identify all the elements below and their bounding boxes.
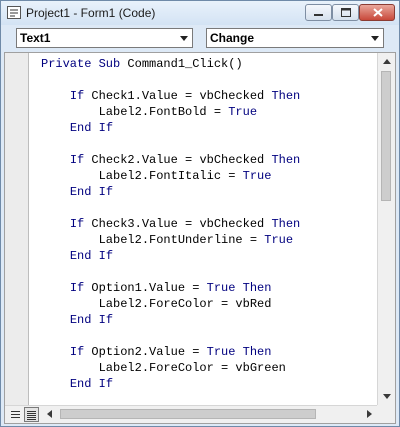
code-text: Check1.Value = vbChecked [84,89,272,103]
scroll-right-button[interactable] [361,406,377,423]
code-keyword: If [69,89,85,103]
minimize-button[interactable] [305,4,332,21]
code-keyword: End If [69,185,114,199]
editor-bottom-bar [5,405,395,423]
margin-indicator-bar[interactable] [5,53,29,405]
code-text-area[interactable]: Private Sub Command1_Click() If Check1.V… [41,56,377,404]
procedure-dropdown-value: Change [210,31,255,45]
scroll-left-button[interactable] [43,406,59,423]
code-keyword: If [69,217,85,231]
maximize-button[interactable] [332,4,359,21]
code-keyword: Then [271,153,301,167]
code-line: Private Sub Command1_Click() [41,56,377,72]
code-line: Label2.FontBold = True [41,104,377,120]
vertical-scrollbar[interactable] [377,53,395,405]
code-keyword: End If [69,313,114,327]
window-title: Project1 - Form1 (Code) [26,6,156,20]
code-line: If Check3.Value = vbChecked Then [41,216,377,232]
code-keyword: End If [69,377,114,391]
procedure-view-button[interactable] [8,407,23,422]
code-line: If Option2.Value = True Then [41,344,377,360]
chevron-down-icon [180,36,188,41]
arrow-up-icon [383,59,391,64]
code-line: If Check2.Value = vbChecked Then [41,152,377,168]
code-keyword: True [242,169,272,183]
code-keyword: If [69,345,85,359]
arrow-left-icon [47,410,52,418]
code-text: Label2.ForeColor = vbGreen [41,361,286,375]
code-keyword: Then [271,89,301,103]
code-line: Label2.ForeColor = vbRed [41,296,377,312]
horizontal-scroll-thumb[interactable] [60,409,316,419]
procedure-dropdown[interactable]: Change [206,28,384,48]
code-line: End If [41,120,377,136]
code-keyword: True [264,233,294,247]
code-keyword: If [69,281,85,295]
code-line: End If [41,312,377,328]
object-dropdown-button[interactable] [175,29,192,47]
horizontal-scrollbar[interactable] [43,406,377,423]
code-line: Label2.ForeColor = vbGreen [41,360,377,376]
code-line: End If [41,248,377,264]
code-text: Check3.Value = vbChecked [84,217,272,231]
code-text: Command1_Click() [120,57,243,71]
scroll-down-button[interactable] [379,388,395,405]
arrow-down-icon [383,394,391,399]
code-text: Check2.Value = vbChecked [84,153,272,167]
object-dropdown-value: Text1 [20,31,51,45]
procedure-dropdown-button[interactable] [366,29,383,47]
code-keyword: End If [69,249,114,263]
code-line: If Check1.Value = vbChecked Then [41,88,377,104]
close-button[interactable] [359,4,395,21]
code-keyword: End If [69,121,114,135]
code-keyword: True Then [206,281,272,295]
code-line: Label2.FontUnderline = True [41,232,377,248]
code-line: End If [41,184,377,200]
code-line: Label2.FontItalic = True [41,168,377,184]
object-dropdown[interactable]: Text1 [16,28,193,48]
code-keyword: True [228,105,258,119]
code-keyword: Private Sub [41,57,121,71]
scroll-up-button[interactable] [379,53,395,70]
chevron-down-icon [371,36,379,41]
code-text: Label2.ForeColor = vbRed [41,297,272,311]
title-bar[interactable]: Project1 - Form1 (Code) [1,1,399,25]
minimize-icon [314,14,323,16]
vb-code-window-icon [7,6,21,19]
code-keyword: If [69,153,85,167]
code-editor[interactable]: Private Sub Command1_Click() If Check1.V… [4,52,396,424]
maximize-icon [341,8,351,17]
close-icon [373,8,383,17]
arrow-right-icon [367,410,372,418]
code-window: Project1 - Form1 (Code) Text1 Change Pri… [0,0,400,427]
scrollbar-corner [377,405,395,423]
code-text: Label2.FontUnderline = [41,233,265,247]
code-text: Option2.Value = [84,345,207,359]
vertical-scroll-thumb[interactable] [381,71,391,201]
code-keyword: Then [271,217,301,231]
full-module-view-button[interactable] [24,407,39,422]
code-keyword: True Then [206,345,272,359]
code-text: Label2.FontItalic = [41,169,243,183]
code-line: If Option1.Value = True Then [41,280,377,296]
selector-bar: Text1 Change [1,25,399,52]
code-text: Option1.Value = [84,281,207,295]
code-line: End If [41,376,377,392]
code-text: Label2.FontBold = [41,105,229,119]
